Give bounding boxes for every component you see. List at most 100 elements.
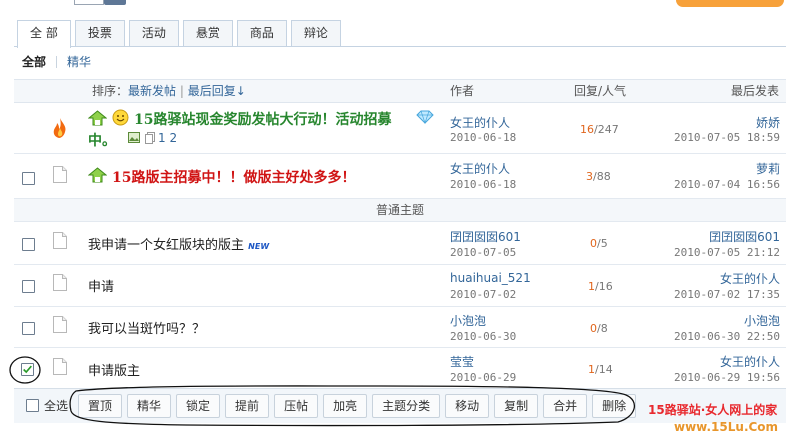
search-button[interactable] [104,0,126,5]
thread-title-link[interactable]: 申请版主 [88,360,140,379]
thread-title-link[interactable]: 我可以当斑竹吗？？ [88,318,205,337]
thread-stats: 1/14 [588,363,613,376]
last-post-time[interactable]: 2010-07-04 16:56 [674,178,780,191]
pinned-thread-title-link[interactable]: 15路驿站现金奖励发帖大行动！活动招募 [134,109,391,129]
thread-title-text: 我申请一个女红版块的版主 [88,238,245,253]
thread-author[interactable]: huaihuai_521 [450,271,531,285]
pinned-thread-title-link[interactable]: 15路版主招募中！！做版主好处多多！ [112,167,355,187]
thread-checkbox[interactable] [22,280,35,293]
last-poster[interactable]: 囝囝囡囡601 [709,228,780,245]
pinned-arrow-icon [88,167,107,183]
thread-doc-icon [53,274,67,291]
thread-stats: 16/247 [580,123,619,136]
thread-date: 2010-06-30 [450,330,517,343]
view-count: /247 [594,123,619,136]
last-post-time[interactable]: 2010-07-02 17:35 [674,288,780,301]
column-stats: 回复/人气 [574,84,627,98]
select-all-label: 全选 [44,399,69,413]
last-poster[interactable]: 女王的仆人 [720,353,780,370]
row-divider [14,347,786,348]
tab-activity[interactable]: 活动 [128,20,179,47]
smiley-icon [112,109,129,126]
sort-newest-link[interactable]: 最新发帖 [128,84,176,98]
view-count: /14 [595,363,613,376]
view-count: /88 [593,170,611,183]
tab-reward[interactable]: 悬赏 [182,20,233,47]
thread-checkbox[interactable] [22,172,35,185]
thread-stats: 0/5 [590,237,608,250]
sort-last-reply-link[interactable]: 最后回复↓ [188,84,246,98]
filter-links: 全部 精华 [22,53,91,70]
filter-all-link[interactable]: 全部 [22,53,46,70]
thread-page-links[interactable]: 1 2 [158,131,177,145]
sort-label: 排序： [92,84,129,98]
thread-stats: 3/88 [586,170,611,183]
image-attachment-icon [128,132,140,143]
thread-checkbox[interactable] [21,363,34,376]
thread-title-link[interactable]: 申请 [88,276,114,295]
thread-date: 2010-07-02 [450,288,517,301]
thread-author[interactable]: 囝囝囡囡601 [450,228,521,245]
thread-author[interactable]: 女王的仆人 [450,114,510,131]
view-count: /16 [595,280,613,293]
view-count: /5 [597,237,608,250]
thread-checkbox[interactable] [22,238,35,251]
tab-debate[interactable]: 辩论 [290,20,341,47]
thread-stats: 1/16 [588,280,613,293]
reply-count: 3 [586,170,593,183]
filter-digest-link[interactable]: 精华 [67,53,91,70]
thread-date: 2010-07-05 [450,246,517,259]
sort-controls: 排序：最新发帖 | 最后回复↓ [92,82,246,99]
thread-doc-icon [53,232,67,249]
tab-all[interactable]: 全 部 [17,20,71,48]
reply-count: 0 [590,322,597,335]
thread-title-link[interactable]: 我申请一个女红版块的版主 NEW [88,234,269,253]
thread-doc-icon [53,166,67,183]
watermark-brand-text: 15路驿站·女人网上的家 [648,403,778,417]
pages-icon [145,132,155,144]
last-poster[interactable]: 娇娇 [756,114,780,131]
thread-author[interactable]: 小泡泡 [450,312,486,329]
reply-count: 1 [588,363,595,376]
view-count: /8 [597,322,608,335]
watermark-brand-url: www.15Lu.Com [674,420,779,434]
new-badge: NEW [248,242,270,251]
row-divider [14,264,786,265]
last-poster[interactable]: 女王的仆人 [720,270,780,287]
row-divider [14,306,786,307]
filter-divider [56,55,58,68]
tabs-divider [14,46,786,47]
sort-separator: | [179,84,184,98]
last-post-time[interactable]: 2010-06-30 22:50 [674,330,780,343]
last-post-time[interactable]: 2010-07-05 18:59 [674,131,780,144]
hot-flame-icon [53,118,66,138]
thread-stats: 0/8 [590,322,608,335]
pinned-arrow-icon [88,110,107,126]
row-divider [14,153,786,154]
thread-checkbox[interactable] [22,322,35,335]
last-post-time[interactable]: 2010-06-29 19:56 [674,371,780,384]
select-all[interactable]: 全选 [26,397,68,414]
tab-goods[interactable]: 商品 [236,20,287,47]
last-post-time[interactable]: 2010-07-05 21:12 [674,246,780,259]
last-poster[interactable]: 萝莉 [756,160,780,177]
pinned-thread-title-cont[interactable]: 中。 [88,130,116,150]
thread-date: 2010-06-18 [450,178,517,191]
thread-author[interactable]: 莹莹 [450,353,474,370]
normal-threads-section: 普通主题 [14,198,786,222]
thread-type-tabs: 全 部 投票 活动 悬赏 商品 辩论 [17,20,345,48]
annotation-ellipse [69,385,636,427]
checkmark-icon [23,365,32,374]
reply-count: 16 [580,123,594,136]
column-last-post: 最后发表 [731,84,780,98]
tab-vote[interactable]: 投票 [74,20,125,47]
post-new-button[interactable] [676,0,784,7]
reply-count: 1 [588,280,595,293]
search-input[interactable] [74,0,104,5]
thread-author[interactable]: 女王的仆人 [450,160,510,177]
last-poster[interactable]: 小泡泡 [744,312,780,329]
select-all-checkbox[interactable] [26,399,39,412]
diamond-icon [416,110,434,124]
thread-doc-icon [53,358,67,375]
thread-date: 2010-06-18 [450,131,517,144]
